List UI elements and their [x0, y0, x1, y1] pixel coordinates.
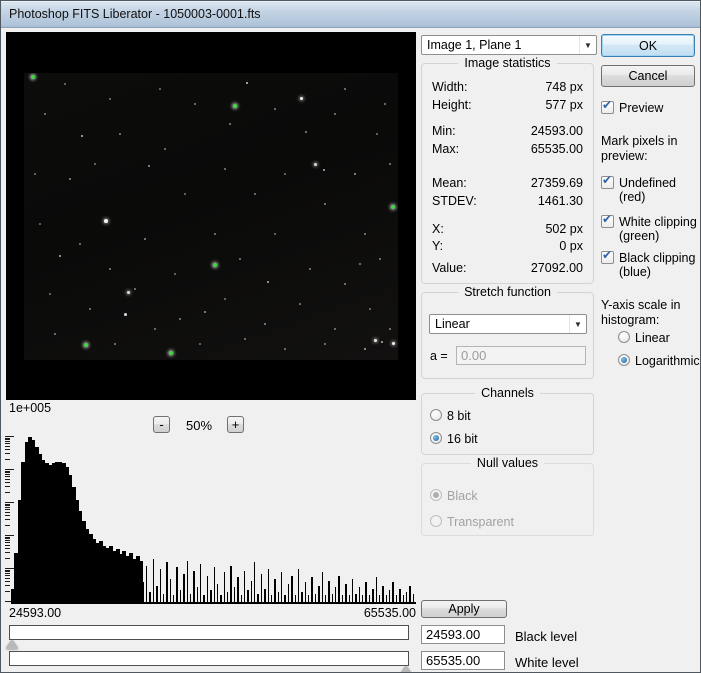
channels-8bit-radio[interactable]: 8 bit [430, 409, 471, 423]
stretch-function-legend: Stretch function [458, 285, 557, 299]
plus-icon: + [231, 417, 240, 432]
checkbox-checked-icon: ✔ [601, 98, 614, 114]
histogram-plot [11, 437, 416, 602]
white-level-slider[interactable] [9, 651, 412, 672]
fits-image[interactable] [24, 73, 398, 360]
radio-unselected-icon [430, 409, 442, 421]
white-clipping-checkbox[interactable]: ✔ White clipping (green) [601, 212, 697, 243]
radio-selected-icon [618, 354, 630, 366]
yaxis-logarithmic-radio[interactable]: Logarithmic [618, 354, 700, 368]
yaxis-linear-label: Linear [635, 331, 670, 345]
radio-unselected-icon [618, 331, 630, 343]
chevron-down-icon: ▼ [569, 315, 586, 333]
black-clipping-checkbox[interactable]: ✔ Black clipping (blue) [601, 248, 697, 279]
undefined-checkbox[interactable]: ✔ Undefined (red) [601, 173, 697, 204]
stat-row-height: Height: 577 px [432, 98, 583, 112]
yaxis-logarithmic-label: Logarithmic [635, 354, 700, 368]
null-values-legend: Null values [470, 456, 545, 470]
ok-button-label: OK [638, 38, 658, 53]
apply-button[interactable]: Apply [421, 600, 507, 618]
checkbox-checked-icon: ✔ [601, 212, 614, 228]
channels-legend: Channels [475, 386, 540, 400]
null-transparent-label: Transparent [447, 515, 514, 529]
yaxis-linear-radio[interactable]: Linear [618, 331, 670, 345]
cancel-button[interactable]: Cancel [601, 65, 695, 87]
zoom-out-button[interactable]: - [153, 416, 170, 433]
black-level-slider-thumb[interactable] [6, 640, 18, 649]
histogram-y-scale-label: 1e+005 [9, 401, 52, 415]
histogram-min-label: 24593.00 [9, 606, 62, 620]
stat-row-x: X: 502 px [432, 222, 583, 236]
radio-disabled-selected-icon [430, 489, 442, 501]
black-level-label: Black level [515, 629, 578, 644]
null-black-label: Black [447, 489, 478, 503]
stat-row-y: Y: 0 px [432, 239, 583, 253]
image-statistics-group: Image statistics Width: 748 px Height: 577… [421, 56, 594, 284]
title-bar[interactable]: Photoshop FITS Liberator - 1050003-0001.… [1, 1, 700, 28]
black-clipping-checkbox-label: Black clipping (blue) [619, 251, 696, 279]
minus-icon: - [159, 417, 164, 432]
checkbox-checked-icon: ✔ [601, 173, 614, 189]
a-param-label: a = [430, 349, 448, 363]
channels-group: Channels 8 bit 16 bit [421, 386, 594, 455]
white-clipping-checkbox-label: White clipping (green) [619, 215, 697, 243]
stat-row-mean: Mean: 27359.69 [432, 176, 583, 190]
ok-button[interactable]: OK [601, 34, 695, 57]
fits-liberator-dialog: Photoshop FITS Liberator - 1050003-0001.… [0, 0, 701, 673]
mark-pixels-label: Mark pixels in preview: [601, 134, 678, 163]
stat-row-width: Width: 748 px [432, 80, 583, 94]
white-level-input[interactable] [421, 651, 505, 670]
radio-selected-icon [430, 432, 442, 444]
zoom-in-button[interactable]: + [227, 416, 244, 433]
plane-select-value: Image 1, Plane 1 [427, 38, 522, 52]
radio-disabled-unselected-icon [430, 515, 442, 527]
stat-row-max: Max: 65535.00 [432, 142, 583, 156]
channels-8bit-label: 8 bit [447, 409, 471, 423]
channels-16bit-radio[interactable]: 16 bit [430, 432, 478, 446]
checkbox-checked-icon: ✔ [601, 248, 614, 264]
preview-checkbox[interactable]: ✔ Preview [601, 98, 695, 115]
black-level-slider[interactable] [6, 625, 409, 649]
null-transparent-radio: Transparent [430, 515, 514, 529]
preview-panel [6, 32, 416, 400]
image-statistics-legend: Image statistics [458, 56, 557, 70]
stat-row-min: Min: 24593.00 [432, 124, 583, 138]
black-level-input[interactable] [421, 625, 505, 644]
a-param-input [456, 346, 586, 365]
preview-checkbox-label: Preview [619, 101, 664, 115]
histogram-x-axis [11, 602, 416, 604]
stretch-function-group: Stretch function [421, 285, 594, 379]
chevron-down-icon: ▼ [579, 36, 596, 54]
white-level-slider-thumb[interactable] [400, 666, 412, 672]
plane-select[interactable]: Image 1, Plane 1 ▼ [421, 35, 597, 55]
channels-16bit-label: 16 bit [447, 432, 478, 446]
white-level-label: White level [515, 655, 579, 670]
cancel-button-label: Cancel [628, 69, 668, 83]
histogram-max-label: 65535.00 [363, 606, 416, 620]
stretch-function-select[interactable]: Linear ▼ [429, 314, 587, 334]
stat-row-stdev: STDEV: 1461.30 [432, 194, 583, 208]
null-values-group: Null values Black Transparent [421, 456, 594, 536]
stretch-function-value: Linear [435, 317, 470, 331]
apply-button-label: Apply [448, 602, 480, 616]
undefined-checkbox-label: Undefined (red) [619, 176, 676, 204]
yaxis-scale-label: Y-axis scale in histogram: [601, 298, 681, 327]
zoom-level: 50% [185, 418, 213, 433]
null-black-radio: Black [430, 489, 478, 503]
stat-row-value: Value: 27092.00 [432, 261, 583, 275]
window-title: Photoshop FITS Liberator - 1050003-0001.… [9, 7, 261, 21]
